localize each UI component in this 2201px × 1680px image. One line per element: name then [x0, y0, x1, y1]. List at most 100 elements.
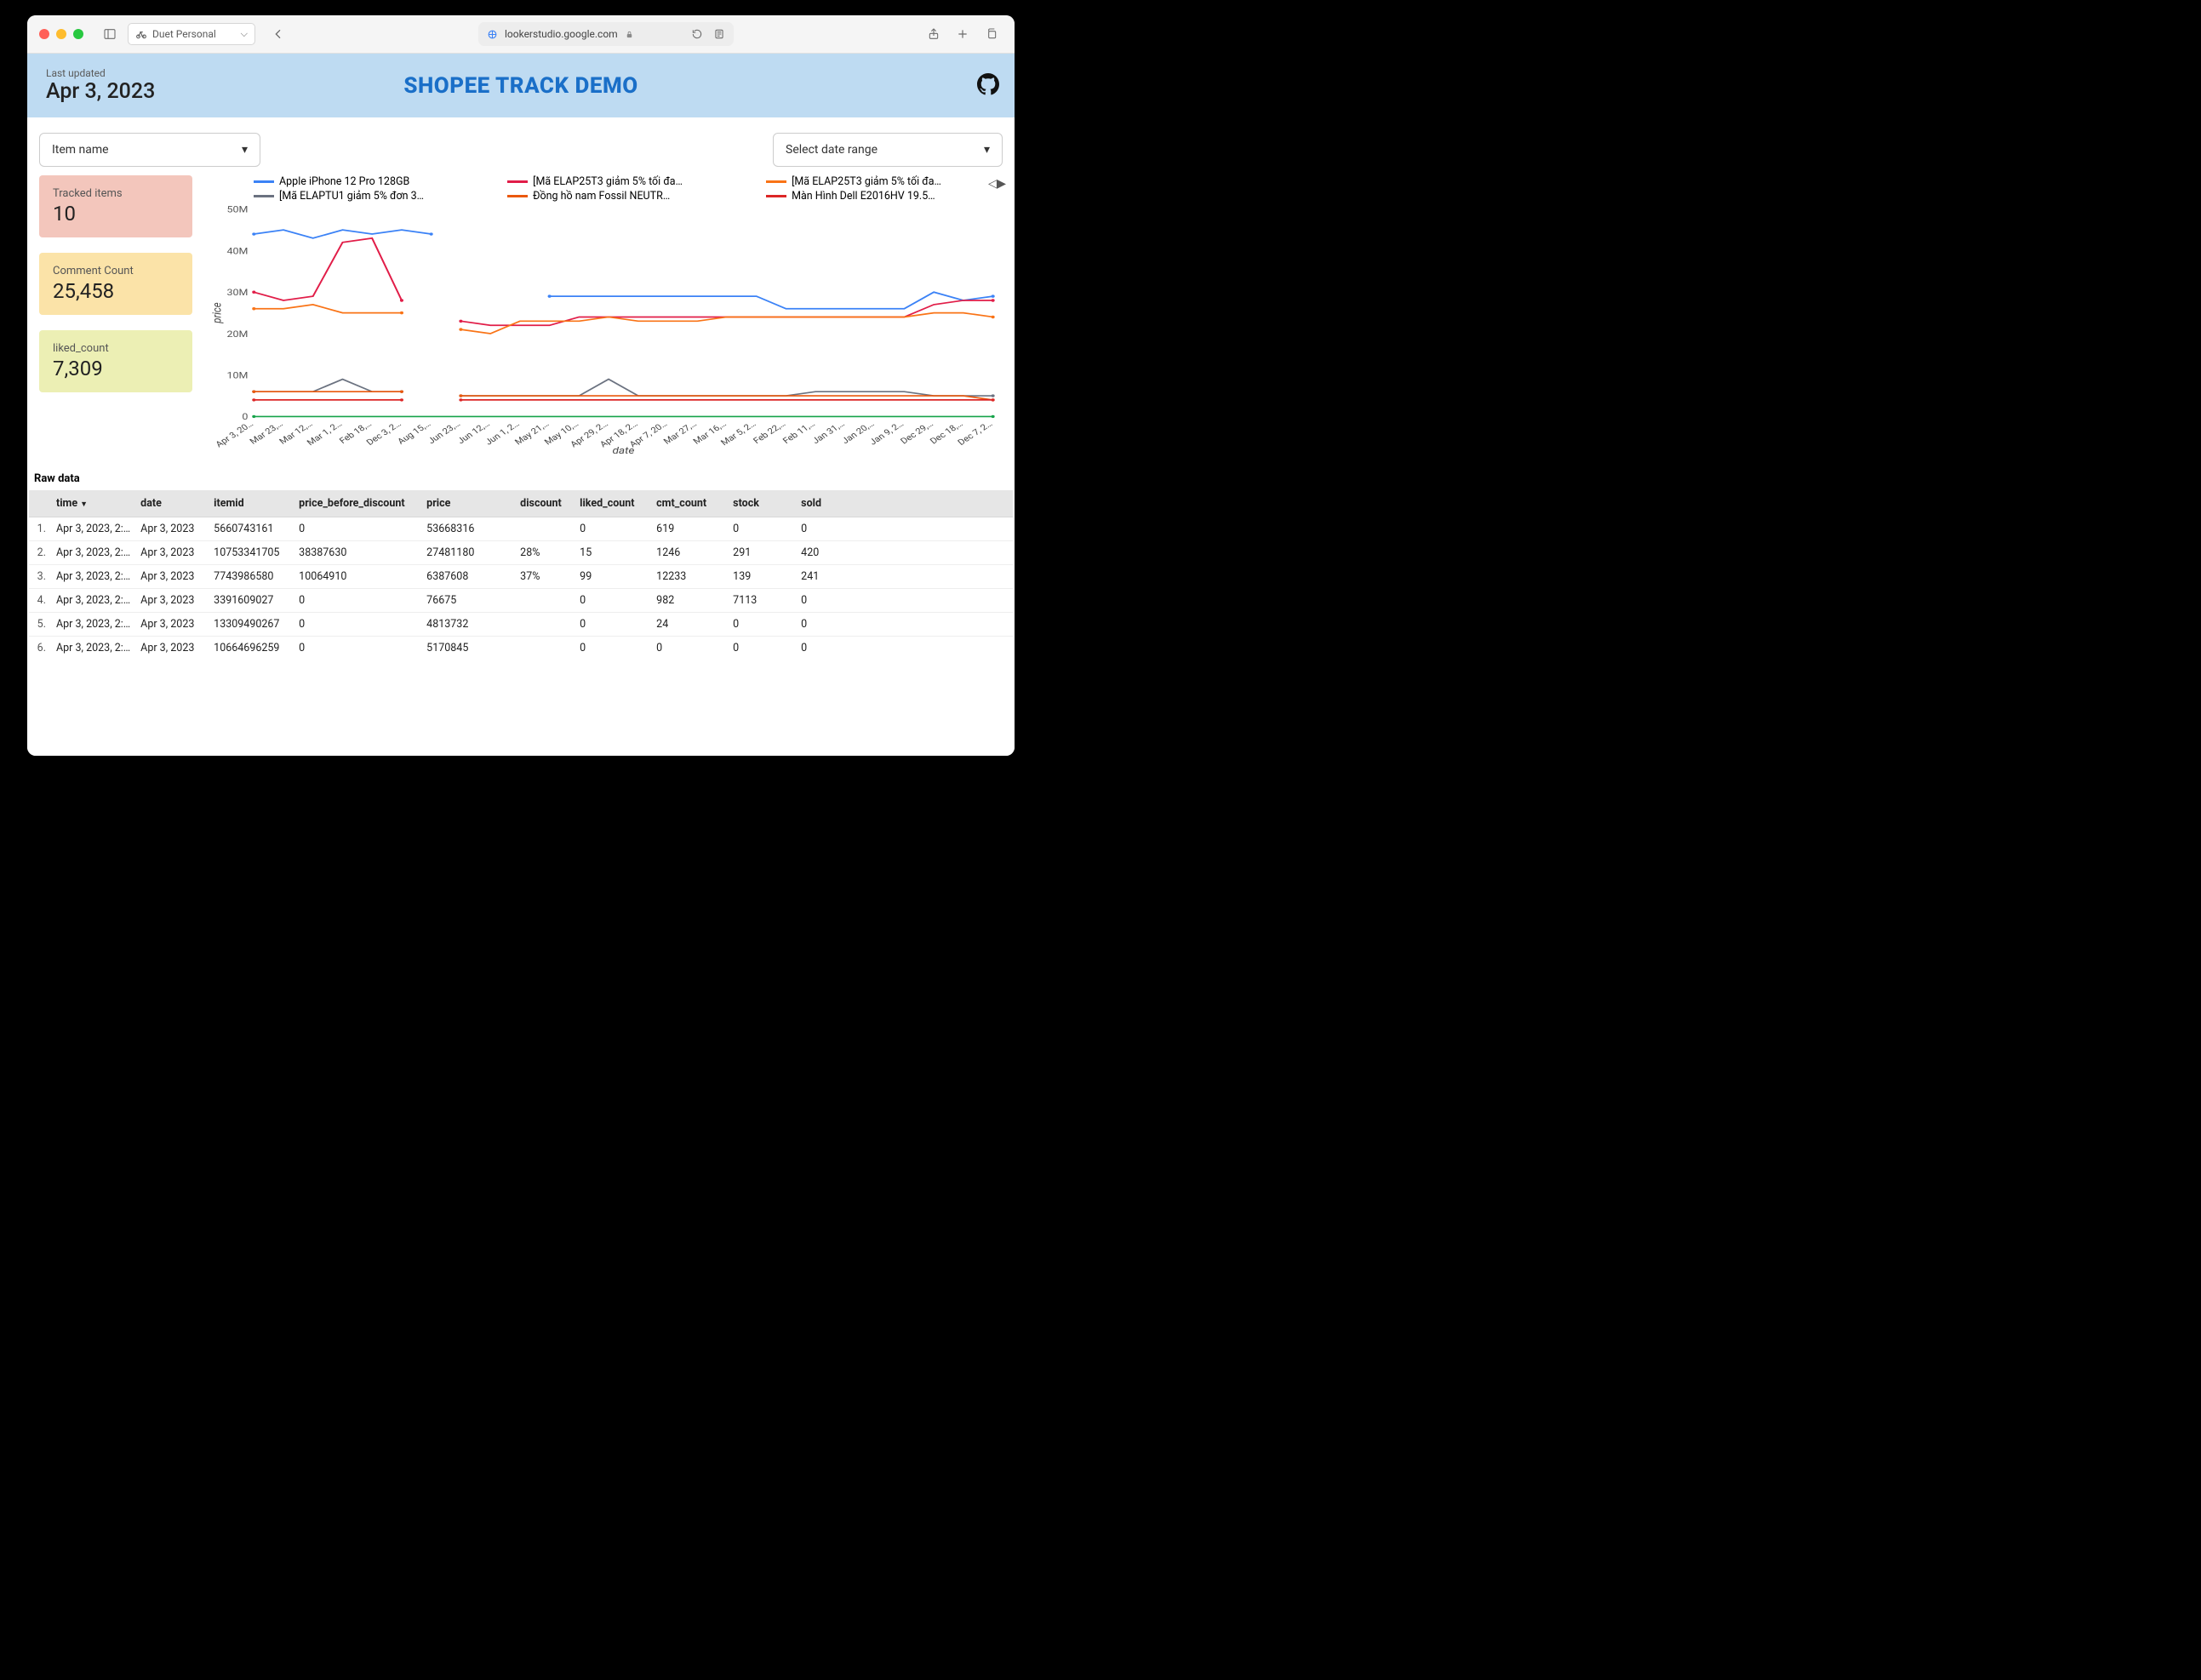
- table-cell: 7113: [728, 589, 796, 613]
- reload-icon[interactable]: [691, 28, 703, 40]
- table-cell: 0: [796, 637, 1013, 660]
- tab-overview-button[interactable]: [980, 24, 1003, 44]
- legend-item[interactable]: [Mã ELAP25T3 giảm 5% tối đa…: [507, 175, 703, 188]
- table-row[interactable]: 5.Apr 3, 2023, 2:…Apr 3, 202313309490267…: [29, 613, 1013, 637]
- table-cell: Apr 3, 2023, 2:…: [51, 541, 135, 565]
- column-header[interactable]: liked_count: [575, 490, 651, 517]
- table-cell: Apr 3, 2023: [135, 565, 209, 589]
- column-header[interactable]: [29, 490, 51, 517]
- table-cell: 99: [575, 565, 651, 589]
- price-chart[interactable]: ◁ ▶ Apple iPhone 12 Pro 128GB [Mã ELAP25T…: [209, 175, 1003, 457]
- column-header[interactable]: cmt_count: [651, 490, 728, 517]
- legend-item[interactable]: Apple iPhone 12 Pro 128GB: [254, 175, 449, 188]
- raw-data-table[interactable]: time▼dateitemidprice_before_discountpric…: [27, 490, 1015, 660]
- table-cell: 37%: [515, 565, 575, 589]
- table-cell: 6387608: [421, 565, 515, 589]
- table-cell: Apr 3, 2023, 2:…: [51, 565, 135, 589]
- stat-value: 25,458: [53, 279, 179, 303]
- last-updated-value: Apr 3, 2023: [46, 79, 155, 104]
- table-cell: 0: [575, 517, 651, 541]
- table-cell: 619: [651, 517, 728, 541]
- lock-icon: [625, 30, 634, 39]
- reader-icon[interactable]: [713, 28, 725, 40]
- stat-label: Tracked items: [53, 187, 179, 200]
- item-name-dropdown[interactable]: Item name ▾: [39, 133, 260, 167]
- table-cell: 0: [796, 517, 1013, 541]
- table-cell: 982: [651, 589, 728, 613]
- table-cell: Apr 3, 2023: [135, 541, 209, 565]
- table-row[interactable]: 1.Apr 3, 2023, 2:…Apr 3, 202356607431610…: [29, 517, 1013, 541]
- table-cell: 0: [728, 517, 796, 541]
- stat-label: Comment Count: [53, 265, 179, 277]
- minimize-window-button[interactable]: [56, 29, 66, 39]
- table-cell: 0: [796, 589, 1013, 613]
- column-header[interactable]: price: [421, 490, 515, 517]
- address-bar[interactable]: lookerstudio.google.com: [478, 22, 734, 46]
- table-cell: 7743986580: [209, 565, 294, 589]
- column-header[interactable]: itemid: [209, 490, 294, 517]
- svg-text:Feb 22,…: Feb 22,…: [751, 419, 787, 446]
- dashboard-header: Last updated Apr 3, 2023 SHOPEE TRACK DE…: [27, 54, 1015, 117]
- tab-group-dropdown[interactable]: Duet Personal ⌵: [128, 23, 255, 45]
- column-header[interactable]: time▼: [51, 490, 135, 517]
- table-cell: 0: [294, 517, 421, 541]
- column-header[interactable]: discount: [515, 490, 575, 517]
- table-cell: 0: [728, 613, 796, 637]
- table-cell: 139: [728, 565, 796, 589]
- column-header[interactable]: stock: [728, 490, 796, 517]
- table-cell: [515, 589, 575, 613]
- bike-icon: [135, 28, 147, 40]
- table-cell: 2.: [29, 541, 51, 565]
- column-header[interactable]: date: [135, 490, 209, 517]
- svg-text:Jun 23,…: Jun 23,…: [426, 419, 463, 446]
- table-cell: 420: [796, 541, 1013, 565]
- legend-item[interactable]: Màn Hình Dell E2016HV 19.5…: [766, 190, 962, 203]
- fullscreen-window-button[interactable]: [73, 29, 83, 39]
- svg-text:40M: 40M: [227, 245, 249, 256]
- stat-label: liked_count: [53, 342, 179, 355]
- address-host: lookerstudio.google.com: [505, 28, 618, 40]
- stat-tracked-items: Tracked items 10: [39, 175, 192, 237]
- sidebar-toggle-button[interactable]: [99, 24, 121, 44]
- table-row[interactable]: 6.Apr 3, 2023, 2:…Apr 3, 202310664696259…: [29, 637, 1013, 660]
- stat-comment-count: Comment Count 25,458: [39, 253, 192, 315]
- table-cell: 38387630: [294, 541, 421, 565]
- table-row[interactable]: 4.Apr 3, 2023, 2:…Apr 3, 202333916090270…: [29, 589, 1013, 613]
- stat-value: 10: [53, 202, 179, 226]
- table-cell: 13309490267: [209, 613, 294, 637]
- table-cell: 291: [728, 541, 796, 565]
- browser-window: Duet Personal ⌵ lookerstudio.google.com: [27, 15, 1015, 756]
- column-header[interactable]: sold: [796, 490, 1013, 517]
- table-cell: Apr 3, 2023: [135, 517, 209, 541]
- new-tab-button[interactable]: [952, 24, 974, 44]
- close-window-button[interactable]: [39, 29, 49, 39]
- svg-text:10M: 10M: [227, 370, 249, 381]
- table-row[interactable]: 2.Apr 3, 2023, 2:…Apr 3, 202310753341705…: [29, 541, 1013, 565]
- table-cell: 12233: [651, 565, 728, 589]
- table-cell: [515, 613, 575, 637]
- legend-item[interactable]: Đồng hồ nam Fossil NEUTR…: [507, 190, 703, 203]
- stat-liked-count: liked_count 7,309: [39, 330, 192, 392]
- table-cell: 1.: [29, 517, 51, 541]
- table-cell: 1246: [651, 541, 728, 565]
- table-cell: Apr 3, 2023, 2:…: [51, 517, 135, 541]
- table-cell: Apr 3, 2023: [135, 637, 209, 660]
- table-cell: 5660743161: [209, 517, 294, 541]
- legend-item[interactable]: [Mã ELAPTU1 giảm 5% đơn 3…: [254, 190, 449, 203]
- svg-text:price: price: [211, 302, 225, 324]
- github-link[interactable]: [977, 73, 999, 99]
- legend-paginate[interactable]: ◁ ▶: [988, 177, 1004, 191]
- chevron-down-icon: ▾: [984, 143, 990, 157]
- github-icon: [977, 73, 999, 95]
- legend-item[interactable]: [Mã ELAP25T3 giảm 5% tối đa…: [766, 175, 962, 188]
- svg-text:Apr 3, 20…: Apr 3, 20…: [213, 419, 255, 449]
- table-row[interactable]: 3.Apr 3, 2023, 2:…Apr 3, 202377439865801…: [29, 565, 1013, 589]
- back-button[interactable]: [267, 24, 289, 44]
- column-header[interactable]: price_before_discount: [294, 490, 421, 517]
- date-range-dropdown[interactable]: Select date range ▾: [773, 133, 1003, 167]
- share-button[interactable]: [923, 24, 945, 44]
- svg-text:Feb 11,…: Feb 11,…: [780, 419, 817, 446]
- dashboard-title: SHOPEE TRACK DEMO: [27, 73, 1015, 99]
- table-cell: [515, 517, 575, 541]
- table-cell: 0: [575, 613, 651, 637]
